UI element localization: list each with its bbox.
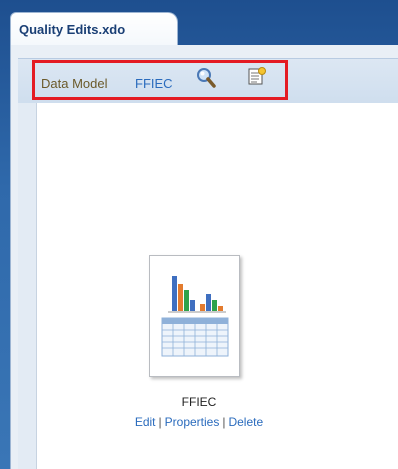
tab-label: Quality Edits.xdo (19, 22, 126, 37)
layout-thumbnail[interactable] (149, 255, 240, 377)
edit-link[interactable]: Edit (135, 415, 156, 429)
toolbar-highlight (32, 60, 288, 100)
properties-link[interactable]: Properties (165, 415, 220, 429)
separator: | (158, 415, 162, 429)
tab-quality-edits[interactable]: Quality Edits.xdo (10, 12, 178, 46)
delete-link[interactable]: Delete (228, 415, 263, 429)
layout-actions: Edit | Properties | Delete (0, 415, 398, 429)
layout-name: FFIEC (181, 395, 217, 409)
